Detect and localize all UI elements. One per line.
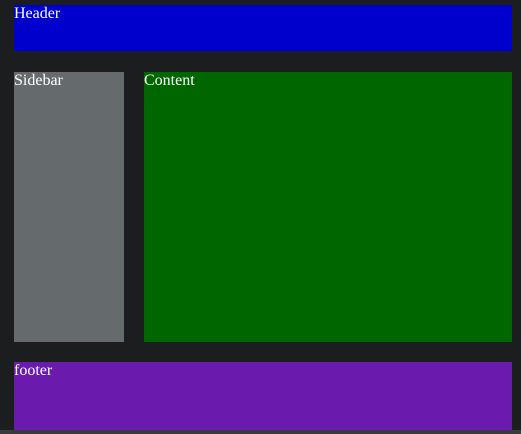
window-bottom-edge — [0, 430, 521, 434]
sidebar-label: Sidebar — [14, 72, 63, 89]
header-region: Header — [14, 5, 512, 51]
footer-region: footer — [14, 362, 512, 430]
content-label: Content — [144, 72, 195, 89]
content-region: Content — [144, 72, 512, 342]
footer-label: footer — [14, 362, 53, 379]
header-label: Header — [14, 5, 61, 22]
sidebar-region: Sidebar — [14, 72, 124, 342]
